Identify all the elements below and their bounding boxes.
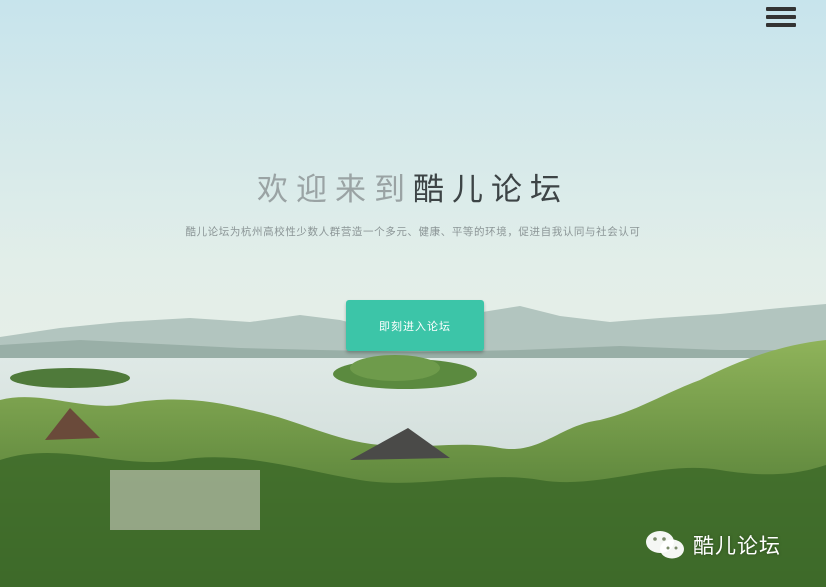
page-title-brand: 酷儿论坛 xyxy=(413,172,569,208)
page-title: 欢迎来到酷儿论坛 xyxy=(0,170,826,210)
wechat-watermark: 酷儿论坛 xyxy=(645,528,781,562)
hamburger-icon-bar xyxy=(766,15,796,19)
hamburger-menu-button[interactable] xyxy=(766,7,796,29)
page-title-prefix: 欢迎来到 xyxy=(257,172,413,208)
watermark-text: 酷儿论坛 xyxy=(693,534,781,558)
wechat-icon xyxy=(645,528,687,562)
lake-landscape-image xyxy=(0,0,826,587)
hero-background xyxy=(0,0,826,587)
page-subtitle: 酷儿论坛为杭州高校性少数人群营造一个多元、健康、平等的环境，促进自我认同与社会认… xyxy=(185,226,641,238)
hamburger-icon xyxy=(766,7,796,11)
hamburger-icon-bar xyxy=(766,23,796,27)
enter-forum-button[interactable]: 即刻进入论坛 xyxy=(346,300,484,351)
